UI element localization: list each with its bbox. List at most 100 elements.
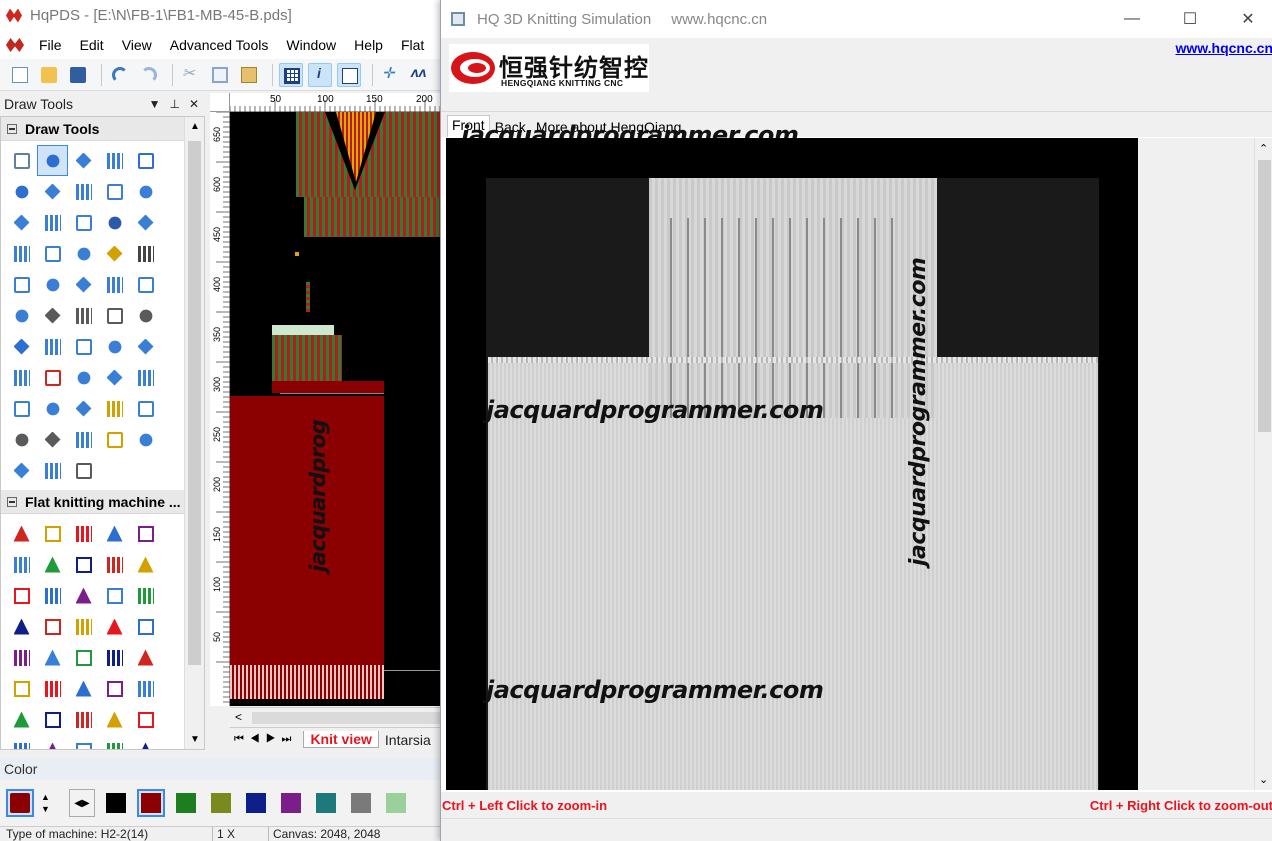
knit-tool-button[interactable] [99, 735, 130, 749]
menu-window[interactable]: Window [277, 37, 345, 53]
sim-vertical-scrollbar[interactable]: ⌃ ⌄ [1254, 138, 1272, 790]
knit-tool-button[interactable] [37, 673, 68, 704]
draw-tool-button[interactable] [68, 269, 99, 300]
draw-tool-button[interactable] [68, 455, 99, 486]
scroll-up-icon[interactable]: ▲ [190, 121, 200, 132]
draw-tool-button[interactable] [6, 424, 37, 455]
draw-tool-button[interactable] [130, 362, 161, 393]
color-swatch[interactable] [312, 789, 340, 817]
knit-tool-button[interactable] [130, 642, 161, 673]
draw-tool-button[interactable] [6, 393, 37, 424]
palette-scroll-icon[interactable]: ◀▶ [69, 789, 95, 817]
draw-tool-button[interactable] [68, 362, 99, 393]
draw-tool-button[interactable] [6, 238, 37, 269]
grid-toggle-button[interactable] [279, 62, 303, 87]
undo-button[interactable] [108, 63, 132, 87]
draw-tool-button[interactable] [99, 331, 130, 362]
knit-tool-button[interactable] [68, 673, 99, 704]
draw-tool-button[interactable] [130, 393, 161, 424]
color-swatch[interactable] [172, 789, 200, 817]
info-button[interactable]: i [308, 62, 332, 87]
knit-tool-button[interactable] [6, 580, 37, 611]
color-swatch[interactable] [137, 789, 165, 817]
draw-tool-button[interactable] [6, 362, 37, 393]
draw-tool-button[interactable] [99, 362, 130, 393]
draw-tool-button[interactable] [37, 207, 68, 238]
tab-nav-arrows-icon[interactable]: ⏮◀▶⏭ [234, 733, 297, 746]
draw-tool-button[interactable] [130, 145, 161, 176]
knit-tool-button[interactable] [130, 735, 161, 749]
draw-tool-button[interactable] [68, 176, 99, 207]
flat-knitting-group-header[interactable]: Flat knitting machine ... [1, 490, 204, 514]
draw-tool-button[interactable] [37, 176, 68, 207]
draw-tool-button[interactable] [68, 238, 99, 269]
knit-tool-button[interactable] [99, 642, 130, 673]
open-file-button[interactable] [37, 63, 61, 87]
knit-tool-button[interactable] [68, 704, 99, 735]
draw-tool-button[interactable] [99, 393, 130, 424]
menu-flat[interactable]: Flat [392, 37, 433, 53]
knit-tool-button[interactable] [37, 549, 68, 580]
swatch-spin-icon[interactable]: ▲ ▼ [41, 791, 51, 815]
draw-tool-button[interactable] [68, 207, 99, 238]
draw-tool-button[interactable] [6, 207, 37, 238]
color-swatch[interactable] [102, 789, 130, 817]
scroll-down-icon[interactable]: ▼ [190, 734, 200, 745]
crosshair-button[interactable]: ✛ [379, 63, 403, 87]
color-swatch[interactable] [382, 789, 410, 817]
color-swatch[interactable] [347, 789, 375, 817]
draw-tool-button[interactable] [6, 176, 37, 207]
color-swatch[interactable] [277, 789, 305, 817]
draw-tool-button[interactable] [37, 455, 68, 486]
menu-advanced-tools[interactable]: Advanced Tools [161, 37, 278, 53]
knit-design-canvas[interactable]: jacquardprog [230, 112, 445, 706]
draw-tool-button[interactable] [37, 300, 68, 331]
draw-tool-button[interactable] [37, 238, 68, 269]
close-button[interactable]: ✕ [1219, 0, 1272, 38]
maximize-button[interactable]: ☐ [1161, 0, 1219, 38]
draw-tool-button[interactable] [37, 424, 68, 455]
knit-tool-button[interactable] [6, 549, 37, 580]
system-menu-icon[interactable] [6, 38, 24, 52]
knit-tool-button[interactable] [68, 611, 99, 642]
panel-close-icon[interactable]: ✕ [189, 97, 199, 111]
knit-tool-button[interactable] [68, 642, 99, 673]
knit-tool-button[interactable] [99, 611, 130, 642]
color-swatch[interactable] [242, 789, 270, 817]
color-swatch[interactable] [207, 789, 235, 817]
draw-tool-button[interactable] [68, 300, 99, 331]
knit-tool-button[interactable] [130, 611, 161, 642]
draw-tool-button[interactable] [6, 331, 37, 362]
draw-tool-button[interactable] [37, 362, 68, 393]
draw-tool-button[interactable] [68, 145, 99, 176]
scroll-down-icon[interactable]: ⌄ [1259, 773, 1268, 786]
knit-tool-button[interactable] [37, 735, 68, 749]
knit-tool-button[interactable] [68, 735, 99, 749]
pin-icon[interactable]: ⊥ [169, 97, 179, 111]
menu-file[interactable]: File [30, 37, 71, 53]
copy-button[interactable] [208, 63, 232, 87]
knit-tool-button[interactable] [68, 580, 99, 611]
knit-tool-button[interactable] [68, 518, 99, 549]
draw-tool-button[interactable] [6, 455, 37, 486]
draw-tool-button[interactable] [99, 176, 130, 207]
sim-3d-view[interactable]: jacquardprogrammer.com jacquardprogramme… [446, 138, 1140, 790]
simulation-button[interactable]: ʌʌ [408, 63, 432, 87]
draw-tool-button[interactable] [99, 424, 130, 455]
draw-tools-group-header[interactable]: Draw Tools [1, 117, 204, 141]
scroll-thumb[interactable] [1258, 160, 1271, 432]
knit-tool-button[interactable] [99, 673, 130, 704]
menu-help[interactable]: Help [345, 37, 392, 53]
collapse-icon[interactable] [7, 123, 17, 134]
knit-tool-button[interactable] [37, 580, 68, 611]
icon-view-button[interactable] [337, 62, 361, 87]
draw-tool-button[interactable] [130, 207, 161, 238]
menu-edit[interactable]: Edit [71, 37, 113, 53]
draw-tool-button[interactable] [68, 393, 99, 424]
draw-tool-button[interactable] [99, 207, 130, 238]
draw-tools-scrollbar[interactable]: ▲ ▼ [184, 117, 204, 749]
knit-tool-button[interactable] [99, 518, 130, 549]
cut-button[interactable]: ✂ [179, 63, 203, 87]
knit-tool-button[interactable] [6, 611, 37, 642]
panel-dropdown-icon[interactable]: ▼ [149, 97, 161, 111]
